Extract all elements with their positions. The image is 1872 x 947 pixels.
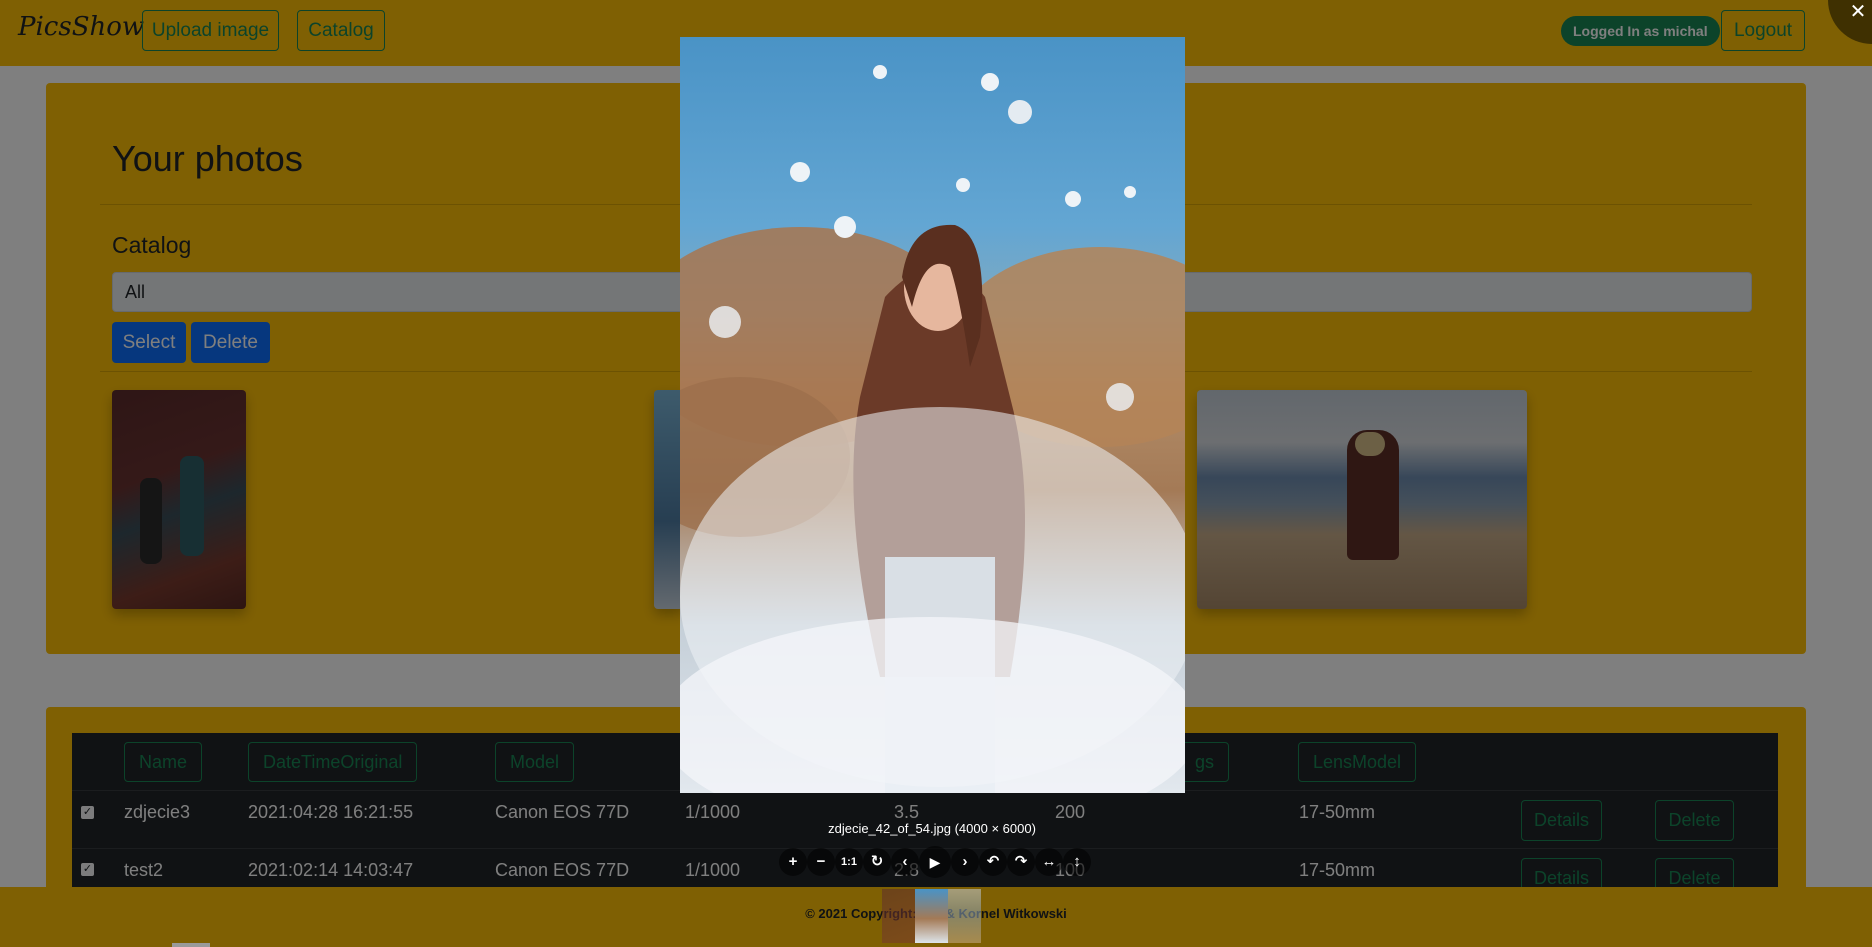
- viewer-caption: zdjecie_42_of_54.jpg (4000 × 6000): [828, 821, 1036, 836]
- close-icon[interactable]: ✕: [1845, 0, 1871, 24]
- viewer-thumbnail-active[interactable]: [915, 889, 948, 943]
- snow-particle: [834, 216, 856, 238]
- rotate-left-icon[interactable]: ↶: [979, 848, 1007, 876]
- snow-particle: [1106, 383, 1134, 411]
- snow-particle: [956, 178, 970, 192]
- viewer-image-art: [680, 65, 1185, 793]
- snow-particle: [1124, 186, 1136, 198]
- viewer-thumbnail[interactable]: [948, 889, 981, 943]
- rotate-right-icon[interactable]: ↷: [1007, 848, 1035, 876]
- snow-particle: [709, 306, 741, 338]
- reset-icon[interactable]: ↻: [863, 848, 891, 876]
- next-icon[interactable]: ›: [951, 848, 979, 876]
- snow-particle: [790, 162, 810, 182]
- prev-icon[interactable]: ‹: [891, 848, 919, 876]
- snow-particle: [1008, 100, 1032, 124]
- play-icon[interactable]: ▶: [919, 846, 951, 878]
- scroll-indicator: [172, 943, 210, 947]
- snow-particle: [873, 65, 887, 79]
- viewer-toolbar: + − 1:1 ↻ ‹ ▶ › ↶ ↷ ↔ ↕: [779, 846, 1091, 878]
- viewer-thumbnail-strip: [882, 889, 982, 943]
- zoom-in-icon[interactable]: +: [779, 848, 807, 876]
- viewer-image[interactable]: [680, 37, 1185, 793]
- viewer-thumbnail[interactable]: [882, 889, 915, 943]
- one-to-one-icon[interactable]: 1:1: [835, 848, 863, 876]
- snow-particle: [981, 73, 999, 91]
- zoom-out-icon[interactable]: −: [807, 848, 835, 876]
- flip-horizontal-icon[interactable]: ↔: [1035, 848, 1063, 876]
- snow-particle: [1065, 191, 1081, 207]
- flip-vertical-icon[interactable]: ↕: [1063, 848, 1091, 876]
